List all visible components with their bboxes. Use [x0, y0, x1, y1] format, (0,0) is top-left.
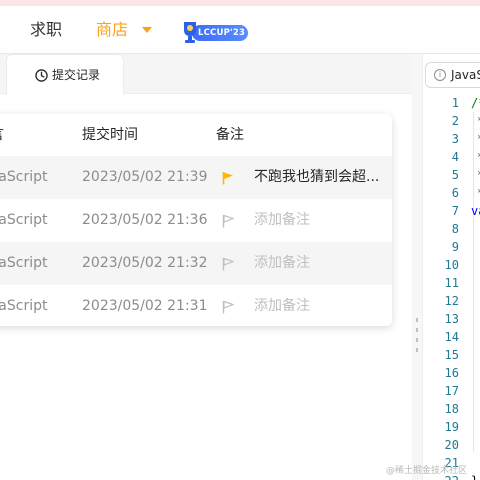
- code-line: va: [471, 204, 480, 218]
- chevron-down-icon[interactable]: [142, 27, 152, 33]
- cell-time: 2023/05/02 21:31: [82, 298, 208, 314]
- line-number: 16: [444, 366, 459, 380]
- line-number: 7: [451, 204, 459, 218]
- tab-submissions[interactable]: 提交记录: [6, 54, 124, 95]
- trophy-icon: [184, 22, 196, 43]
- flag-icon[interactable]: [222, 171, 234, 185]
- code-line: }: [471, 472, 478, 480]
- line-number: 6: [451, 186, 459, 200]
- add-note-link[interactable]: 添加备注: [236, 199, 310, 242]
- add-note-link[interactable]: 添加备注: [236, 242, 310, 285]
- nav-item-store[interactable]: 商店: [96, 18, 128, 42]
- line-number: 1: [451, 96, 459, 110]
- line-number: 11: [444, 276, 459, 290]
- info-icon: i: [434, 69, 446, 81]
- line-number: 15: [444, 348, 459, 362]
- tab-bar: 提交记录: [0, 54, 412, 95]
- line-number: 13: [444, 312, 459, 326]
- column-header-time: 提交时间: [82, 127, 138, 143]
- clock-icon: [35, 69, 48, 82]
- cell-time: 2023/05/02 21:39: [82, 169, 208, 185]
- cell-language: vaScript: [0, 255, 48, 271]
- flag-icon[interactable]: [222, 300, 234, 314]
- submissions-panel: 提交记录 言 提交时间 备注 vaScript 2023/05/02 21:39…: [0, 54, 412, 480]
- code-editor[interactable]: 12345678910111213141516171819202122 /***…: [423, 94, 480, 480]
- cell-language: vaScript: [0, 298, 48, 314]
- table-row[interactable]: vaScript 2023/05/02 21:36 添加备注: [0, 199, 392, 242]
- indent-guide: [473, 112, 474, 452]
- code-editor-panel: i JavaSc 1234567891011121314151617181920…: [422, 54, 480, 480]
- nav-item-jobs[interactable]: 求职: [30, 18, 62, 42]
- watermark: @稀土掘金技术社区: [386, 466, 468, 476]
- cell-time: 2023/05/02 21:36: [82, 212, 208, 228]
- submissions-table: 言 提交时间 备注 vaScript 2023/05/02 21:39 不跑我也…: [0, 114, 392, 326]
- line-number: 19: [444, 420, 459, 434]
- line-number: 17: [444, 384, 459, 398]
- line-number: 9: [451, 240, 459, 254]
- flag-icon[interactable]: [222, 214, 234, 228]
- table-row[interactable]: vaScript 2023/05/02 21:31 添加备注: [0, 285, 392, 326]
- line-number: 5: [451, 168, 459, 182]
- language-select[interactable]: i JavaSc: [425, 62, 480, 88]
- cell-time: 2023/05/02 21:32: [82, 255, 208, 271]
- line-number: 4: [451, 150, 459, 164]
- flag-icon[interactable]: [222, 257, 234, 271]
- line-number: 2: [451, 114, 459, 128]
- line-number: 18: [444, 402, 459, 416]
- code-line: /*: [471, 96, 480, 110]
- pane-resize-handle[interactable]: [415, 318, 419, 362]
- tab-label: 提交记录: [52, 68, 101, 82]
- language-select-value: JavaSc: [451, 68, 480, 82]
- line-number: 12: [444, 294, 459, 308]
- lccup-label: LCCUP'23: [198, 28, 246, 38]
- column-header-note: 备注: [216, 127, 244, 143]
- line-number: 14: [444, 330, 459, 344]
- top-navigation: 求职 商店 LCCUP'23: [0, 6, 480, 54]
- line-number: 10: [444, 258, 459, 272]
- add-note-link[interactable]: 添加备注: [236, 285, 310, 326]
- column-header-language: 言: [0, 114, 4, 156]
- cell-language: vaScript: [0, 169, 48, 185]
- cell-language: vaScript: [0, 212, 48, 228]
- note-text[interactable]: 不跑我也猜到会超...: [236, 156, 379, 199]
- lccup-badge[interactable]: LCCUP'23: [180, 20, 250, 46]
- line-number: 20: [444, 438, 459, 452]
- line-number: 3: [451, 132, 459, 146]
- table-row[interactable]: vaScript 2023/05/02 21:32 添加备注: [0, 242, 392, 285]
- line-number: 8: [451, 222, 459, 236]
- table-row[interactable]: vaScript 2023/05/02 21:39 不跑我也猜到会超...: [0, 156, 392, 199]
